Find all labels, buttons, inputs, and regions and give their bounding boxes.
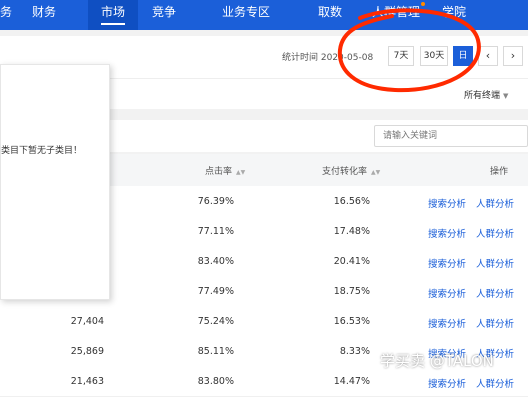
search-analysis-link[interactable]: 搜索分析 — [428, 316, 466, 330]
header-actions: 操作 — [490, 167, 509, 177]
cell-search: 25,869 — [70, 346, 104, 357]
crowd-analysis-link[interactable]: 人群分析 — [476, 316, 514, 330]
crowd-analysis-link[interactable]: 人群分析 — [476, 196, 514, 210]
nav-item-market[interactable]: 市场 — [88, 0, 138, 30]
cell-pay-conversion: 8.33% — [339, 346, 370, 357]
terminal-select[interactable]: 所有终端 ▼ — [464, 88, 508, 101]
keyword-search-input[interactable] — [374, 125, 528, 147]
search-analysis-link[interactable]: 搜索分析 — [428, 196, 466, 210]
no-subcategory-message: 类目下暂无子类目！ — [1, 146, 83, 156]
notification-dot — [421, 2, 425, 6]
nav-item-finance[interactable]: 财务 — [32, 0, 56, 30]
table-row: 27,404 75.24% 16.53% 搜索分析 人群分析 — [0, 306, 528, 337]
cell-pay-conversion: 16.53% — [333, 316, 370, 327]
cell-ctr: 75.24% — [197, 316, 234, 327]
crowd-analysis-link[interactable]: 人群分析 — [476, 376, 514, 390]
header-ctr[interactable]: 点击率 ▲▼ — [205, 164, 245, 177]
next-date-button[interactable]: › — [503, 46, 523, 66]
cell-ctr: 85.11% — [197, 346, 234, 357]
nav-item-crowd-management[interactable]: 人群管理 — [372, 0, 420, 30]
cell-ctr: 83.40% — [197, 256, 234, 267]
cell-pay-conversion: 16.56% — [333, 196, 370, 207]
crowd-analysis-link[interactable]: 人群分析 — [476, 256, 514, 270]
nav-item-data-fetch[interactable]: 取数 — [318, 0, 342, 30]
sort-icon: ▲▼ — [371, 169, 381, 176]
search-analysis-link[interactable]: 搜索分析 — [428, 376, 466, 390]
cell-search: 27,404 — [70, 316, 104, 327]
range-day-button[interactable]: 日 — [453, 46, 473, 66]
category-popup: 类目下暂无子类目！ — [0, 64, 110, 300]
chevron-left-icon: ‹ — [485, 49, 491, 62]
nav-item-academy[interactable]: 学院 — [442, 0, 466, 30]
range-30-days-button[interactable]: 30天 — [420, 46, 448, 66]
prev-date-button[interactable]: ‹ — [478, 46, 498, 66]
sort-icon: ▲▼ — [236, 169, 246, 176]
cell-pay-conversion: 20.41% — [333, 256, 370, 267]
search-analysis-link[interactable]: 搜索分析 — [428, 256, 466, 270]
cell-ctr: 77.11% — [197, 226, 234, 237]
cell-ctr: 77.49% — [197, 286, 234, 297]
top-nav: 务 财务 市场 竞争 业务专区 取数 人群管理 学院 — [0, 0, 528, 30]
crowd-analysis-link[interactable]: 人群分析 — [476, 286, 514, 300]
watermark: 学买卖 @TALON — [380, 352, 494, 370]
chevron-down-icon: ▼ — [503, 92, 509, 100]
cell-ctr: 76.39% — [197, 196, 234, 207]
stat-time-label: 统计时间 2020-05-08 — [282, 53, 374, 63]
header-pay-conversion[interactable]: 支付转化率 ▲▼ — [322, 164, 380, 177]
crowd-analysis-link[interactable]: 人群分析 — [476, 226, 514, 240]
search-analysis-link[interactable]: 搜索分析 — [428, 286, 466, 300]
search-analysis-link[interactable]: 搜索分析 — [428, 226, 466, 240]
cell-pay-conversion: 18.75% — [333, 286, 370, 297]
cell-pay-conversion: 17.48% — [333, 226, 370, 237]
chevron-right-icon: › — [510, 49, 516, 62]
nav-item-finance-partial[interactable]: 务 — [0, 0, 12, 30]
nav-item-business-zone[interactable]: 业务专区 — [222, 0, 270, 30]
range-7-days-button[interactable]: 7天 — [388, 46, 414, 66]
nav-item-competition[interactable]: 竞争 — [152, 0, 176, 30]
terminal-select-label: 所有终端 — [464, 91, 501, 101]
